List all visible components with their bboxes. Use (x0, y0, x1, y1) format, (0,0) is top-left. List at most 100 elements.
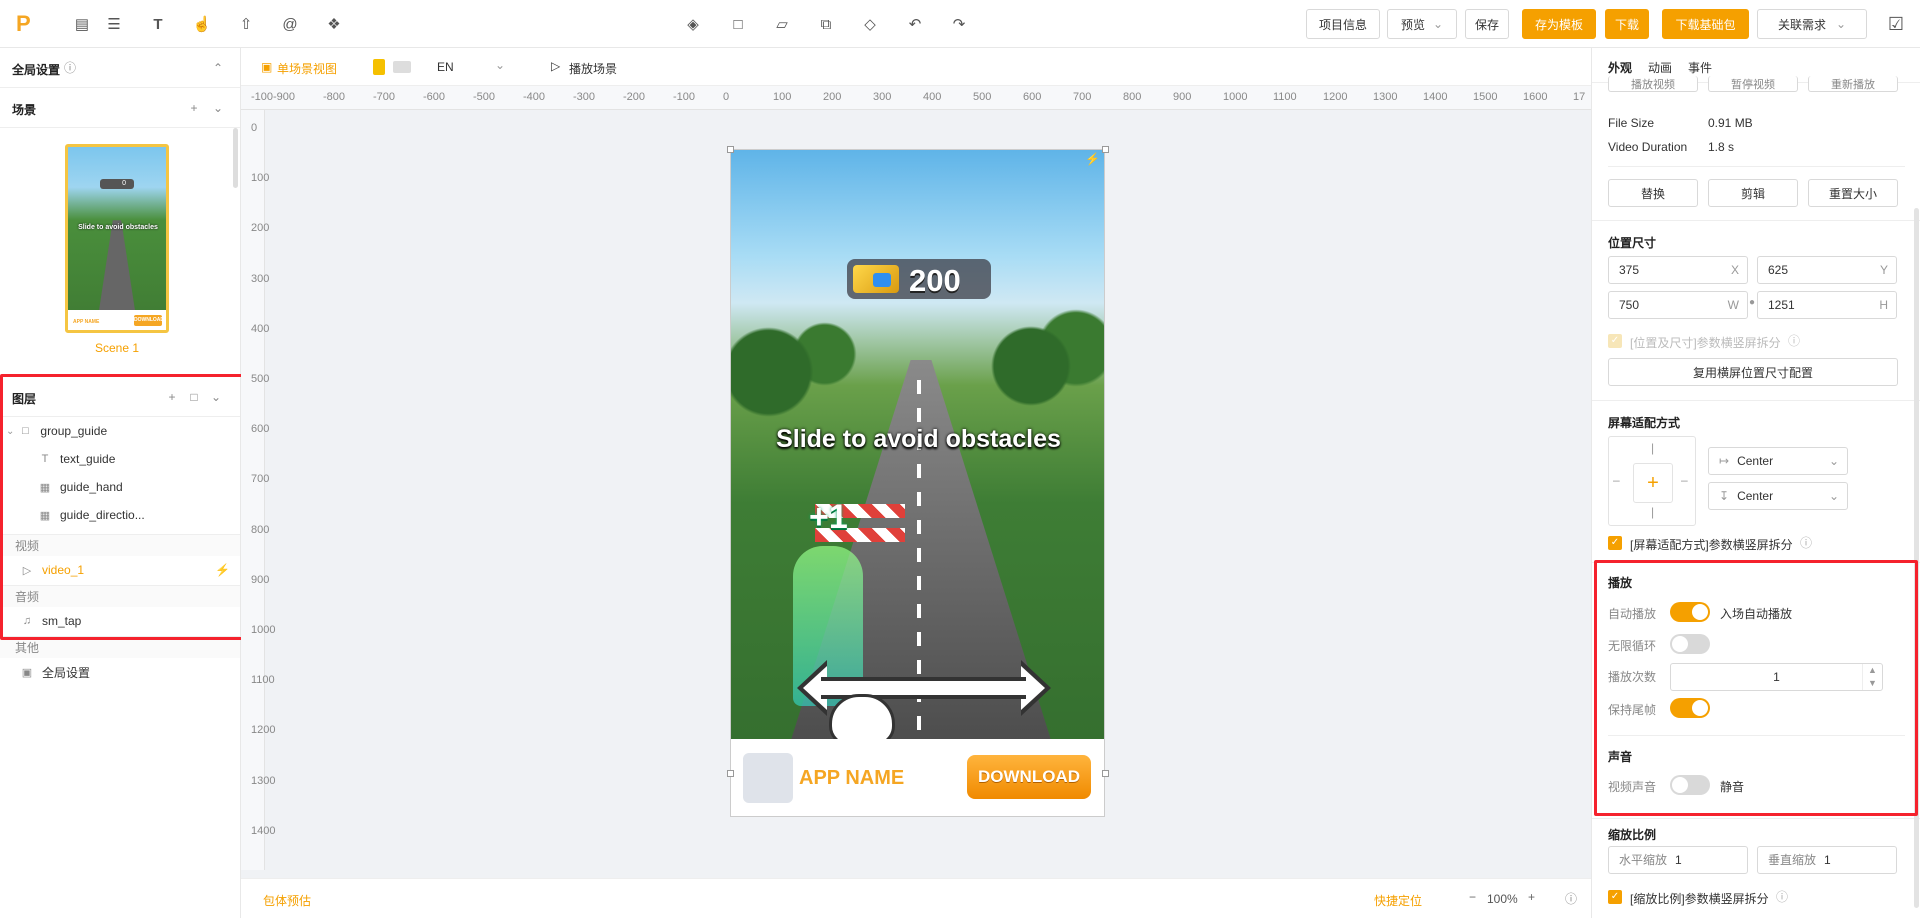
clip-button[interactable]: 剪辑 (1708, 179, 1798, 207)
copy-icon[interactable]: ⧉ (814, 12, 838, 36)
video-sound-toggle[interactable] (1670, 775, 1710, 795)
zoom-in-button[interactable]: + (1528, 890, 1535, 904)
scene-thumbnail[interactable]: 0 Slide to avoid obstacles APP NAME DOWN… (65, 144, 169, 333)
scale-split-checkbox[interactable]: ✓ (1608, 890, 1622, 904)
width-input[interactable]: 750 W (1608, 291, 1748, 319)
scene-name[interactable]: Scene 1 (0, 341, 234, 355)
reset-size-button[interactable]: 重置大小 (1808, 179, 1898, 207)
play-icon[interactable]: ▷ (551, 59, 560, 73)
inbox-icon[interactable]: ▤ (70, 12, 94, 36)
chevron-down-icon[interactable]: ⌄ (208, 389, 224, 405)
save-button[interactable]: 保存 (1465, 9, 1509, 39)
layer-item-global-settings[interactable]: ▣ 全局设置 (0, 658, 240, 686)
layer-item-audio[interactable]: ♫ sm_tap (0, 607, 240, 635)
single-view-tab[interactable]: 单场景视图 (277, 60, 337, 77)
align-right-line[interactable]: – (1681, 473, 1688, 487)
help-icon[interactable]: ⓘ (1800, 534, 1812, 551)
height-input[interactable]: 1251 H (1757, 291, 1897, 319)
global-settings-header[interactable]: 全局设置 ⓘ ⌃ (0, 48, 240, 88)
layer-item-text-guide[interactable]: T text_guide (0, 445, 240, 473)
chevron-up-icon[interactable]: ⌃ (210, 60, 226, 76)
project-info-button[interactable]: 项目信息 (1306, 9, 1380, 39)
resize-handle[interactable] (727, 146, 734, 153)
undo-icon[interactable]: ↶ (903, 12, 927, 36)
lock-icon[interactable]: ● (1749, 297, 1755, 308)
stack-icon[interactable]: ◈ (681, 12, 705, 36)
clipboard-check-icon[interactable]: ☑ (1884, 12, 1908, 36)
y-input[interactable]: 625 Y (1757, 256, 1897, 284)
autoplay-toggle[interactable] (1670, 602, 1710, 622)
layer-item-guide-hand[interactable]: ▦ guide_hand (0, 473, 240, 501)
related-requirements-dropdown[interactable]: 关联需求 ⌄ (1757, 9, 1867, 39)
help-icon[interactable]: ⓘ (62, 60, 78, 76)
play-video-button[interactable]: 播放视频 (1608, 76, 1698, 92)
eraser-icon[interactable]: ◇ (858, 12, 882, 36)
layer-item-guide-direction[interactable]: ▦ guide_directio... (0, 501, 240, 529)
app-logo[interactable]: P (16, 12, 40, 36)
folder-open-icon[interactable]: ▱ (770, 12, 794, 36)
gesture-icon[interactable]: ☝ (190, 12, 214, 36)
position-split-checkbox[interactable]: ✓ (1608, 334, 1622, 348)
stepper-icon[interactable]: ▲ ▼ (1862, 664, 1882, 690)
resize-handle[interactable] (1102, 146, 1109, 153)
help-icon[interactable]: ⓘ (1776, 888, 1788, 905)
help-icon[interactable]: ⓘ (1788, 332, 1800, 349)
guide-hand-icon[interactable] (829, 694, 895, 739)
phone-preview[interactable]: 200 Slide to avoid obstacles +1 ⚡ APP NA… (730, 149, 1105, 817)
keep-last-frame-toggle[interactable] (1670, 698, 1710, 718)
add-icon[interactable]: + (164, 389, 180, 405)
text-icon[interactable]: T (146, 12, 170, 36)
quick-locate-button[interactable]: 快捷定位 (1374, 892, 1422, 909)
replay-button[interactable]: 重新播放 (1808, 76, 1898, 92)
help-icon[interactable]: ⓘ (1565, 890, 1577, 907)
save-template-button[interactable]: 存为模板 (1522, 9, 1596, 39)
color-swatch-primary[interactable] (373, 59, 385, 75)
download-cta-button[interactable]: DOWNLOAD (967, 755, 1091, 799)
plugin-icon[interactable]: ❖ (322, 12, 346, 36)
align-bottom-line[interactable]: | (1651, 505, 1654, 519)
h-scale-input[interactable]: 水平缩放 1 (1608, 846, 1748, 874)
color-swatch-secondary[interactable] (393, 61, 411, 73)
tab-animation[interactable]: 动画 (1648, 59, 1672, 76)
folder-icon[interactable]: □ (186, 389, 202, 405)
play-count-input[interactable]: 1 ▲ ▼ (1670, 663, 1883, 691)
x-input[interactable]: 375 X (1608, 256, 1748, 284)
upload-icon[interactable]: ⇧ (234, 12, 258, 36)
package-estimate-link[interactable]: 包体预估 (263, 892, 311, 909)
tab-events[interactable]: 事件 (1688, 59, 1712, 76)
folder-icon[interactable]: □ (726, 12, 750, 36)
redo-icon[interactable]: ↷ (947, 12, 971, 36)
chevron-down-icon[interactable]: ⌄ (495, 58, 505, 72)
horizontal-align-select[interactable]: ↦ Center ⌄ (1708, 447, 1848, 475)
alignment-center-box[interactable]: + (1633, 463, 1673, 503)
align-left-line[interactable]: – (1613, 473, 1620, 487)
download-base-button[interactable]: 下载基础包 (1662, 9, 1749, 39)
zoom-level[interactable]: 100% (1487, 892, 1518, 906)
language-select[interactable]: EN (437, 60, 454, 74)
play-scene-button[interactable]: 播放场景 (569, 60, 617, 77)
pause-video-button[interactable]: 暂停视频 (1708, 76, 1798, 92)
resize-handle[interactable] (1102, 770, 1109, 777)
adapt-split-checkbox[interactable]: ✓ (1608, 536, 1622, 550)
zoom-out-button[interactable]: − (1469, 890, 1476, 904)
resize-handle[interactable] (727, 770, 734, 777)
alignment-widget[interactable]: + | | – – (1608, 436, 1696, 526)
v-scale-input[interactable]: 垂直缩放 1 (1757, 846, 1897, 874)
scrollbar[interactable] (233, 128, 238, 188)
layer-item-video[interactable]: ▷ video_1 ⚡ (0, 556, 240, 584)
list-icon[interactable]: ☰ (102, 12, 126, 36)
replace-button[interactable]: 替换 (1608, 179, 1698, 207)
align-top-line[interactable]: | (1651, 441, 1654, 455)
chevron-down-icon[interactable]: ⌄ (210, 100, 226, 116)
layer-item-group-guide[interactable]: ⌄ □ group_guide (0, 417, 240, 445)
at-icon[interactable]: @ (278, 12, 302, 36)
tab-appearance[interactable]: 外观 (1608, 59, 1632, 76)
download-button[interactable]: 下载 (1605, 9, 1649, 39)
vertical-align-select[interactable]: ↧ Center ⌄ (1708, 482, 1848, 510)
reuse-landscape-button[interactable]: 复用横屏位置尺寸配置 (1608, 358, 1898, 386)
chevron-down-icon[interactable]: ⌄ (6, 426, 14, 437)
loop-toggle[interactable] (1670, 634, 1710, 654)
scrollbar[interactable] (1914, 208, 1919, 908)
add-icon[interactable]: + (186, 100, 202, 116)
preview-dropdown[interactable]: 预览 ⌄ (1387, 9, 1457, 39)
